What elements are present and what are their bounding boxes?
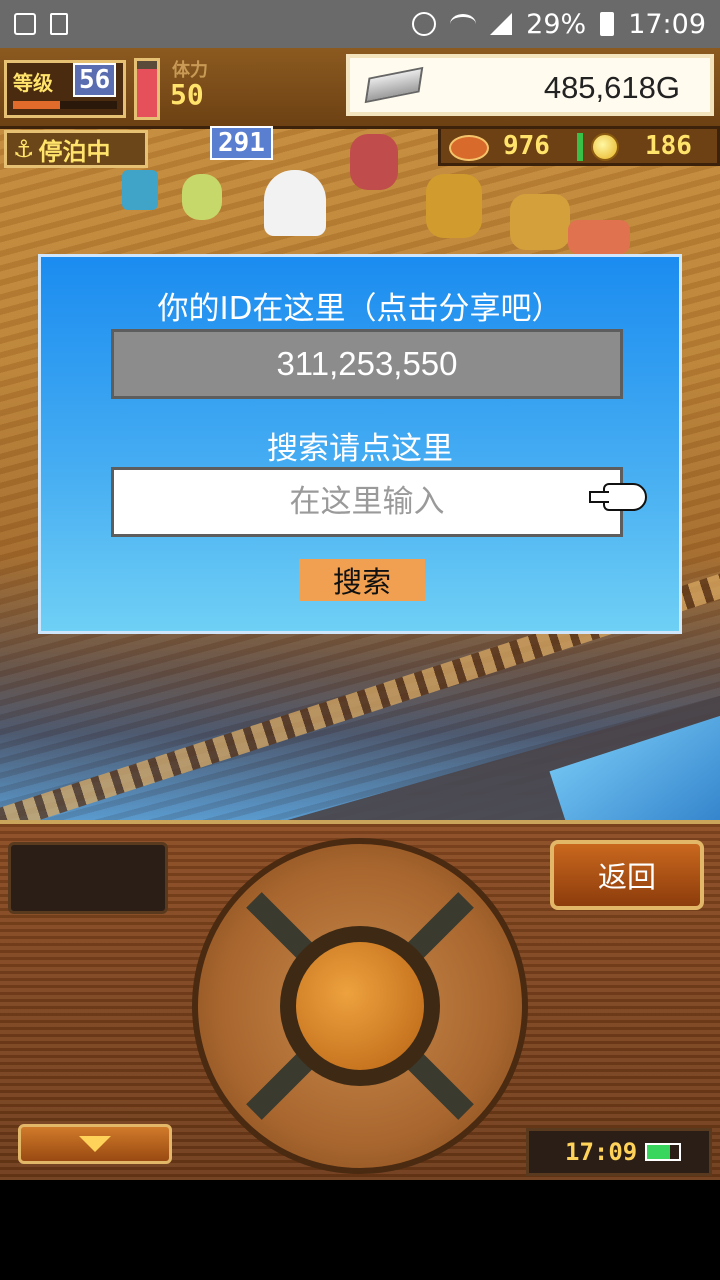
- anchored-status-label: 停泊中: [38, 137, 111, 166]
- stamina-gauge-fill: [137, 69, 157, 117]
- crew-counter: 291: [210, 126, 273, 160]
- top-hud: 等级 56 体力 50 485,618G: [0, 48, 720, 129]
- game-clock: 17:09: [526, 1128, 712, 1176]
- stamina-gauge: [134, 58, 160, 120]
- signal-icon: [490, 13, 513, 35]
- silver-bar-icon: [364, 66, 424, 104]
- resource-bar: 976 186: [438, 126, 720, 166]
- control-panel: 返回 17:09: [0, 820, 720, 1180]
- ship-wheel-control[interactable]: [192, 838, 528, 1174]
- money-panel: 485,618G: [346, 54, 714, 116]
- friend-id-dialog: 你的ID在这里（点击分享吧） 311,253,550 搜索请点这里 搜索: [38, 254, 682, 634]
- wifi-icon: [450, 14, 477, 34]
- wheel-center-button[interactable]: [296, 942, 424, 1070]
- coin-value: 186: [645, 131, 692, 161]
- anchored-status-badge[interactable]: ⚓ 停泊中: [4, 130, 148, 168]
- resource-value: 976: [503, 131, 550, 161]
- resource-separator: [577, 133, 583, 161]
- battery-icon: [600, 12, 615, 36]
- crew-sprite[interactable]: [426, 174, 482, 238]
- status-bar-right: 29% 17:09: [412, 9, 706, 40]
- pointing-hand-icon: [589, 483, 647, 511]
- dialog-title[interactable]: 你的ID在这里（点击分享吧）: [41, 283, 679, 328]
- system-status-bar: 29% 17:09: [0, 0, 720, 48]
- anchor-icon: ⚓: [13, 135, 35, 163]
- crew-sprite[interactable]: [510, 194, 570, 250]
- game-clock-time: 17:09: [565, 1138, 638, 1166]
- player-id-value: 311,253,550: [276, 345, 458, 382]
- search-hint-label: 搜索请点这里: [267, 431, 453, 467]
- back-button[interactable]: 返回: [550, 840, 704, 910]
- game-screen: 等级 56 体力 50 485,618G ⚓ 停泊中 291 976 186 你…: [0, 48, 720, 1180]
- stamina-value: 50: [170, 78, 204, 111]
- player-id-field[interactable]: 311,253,550: [111, 329, 623, 399]
- money-value: 485,618G: [543, 70, 680, 105]
- search-input[interactable]: [111, 467, 623, 537]
- crew-sprite[interactable]: [182, 174, 222, 220]
- coin-icon: [591, 133, 619, 161]
- level-progress-fill: [13, 101, 60, 109]
- app-root: 29% 17:09 等级 56 体力 50 485,618G ⚓ 停泊中 291…: [0, 0, 720, 1280]
- crew-sprite[interactable]: [568, 220, 630, 254]
- battery-icon: [645, 1143, 682, 1161]
- resource-icon: [449, 135, 489, 161]
- system-clock: 17:09: [628, 8, 706, 40]
- level-label: 等级: [13, 71, 53, 95]
- crew-sprite[interactable]: [122, 170, 158, 210]
- status-bar-left: [14, 13, 68, 35]
- recycle-icon: [50, 13, 68, 35]
- level-value: 56: [73, 63, 117, 97]
- alarm-icon: [412, 12, 437, 36]
- down-arrow-icon: [79, 1136, 111, 1152]
- crew-sprite[interactable]: [350, 134, 398, 190]
- level-panel: 等级 56: [4, 60, 126, 118]
- search-button[interactable]: 搜索: [299, 559, 425, 601]
- ghost-sprite[interactable]: [264, 170, 326, 236]
- menu-toggle-button[interactable]: [18, 1124, 172, 1164]
- gallery-icon: [14, 13, 36, 35]
- info-screen: [8, 842, 168, 914]
- battery-percent: 29%: [526, 8, 587, 40]
- level-progress-bar: [13, 101, 117, 109]
- battery-level-fill: [647, 1145, 670, 1159]
